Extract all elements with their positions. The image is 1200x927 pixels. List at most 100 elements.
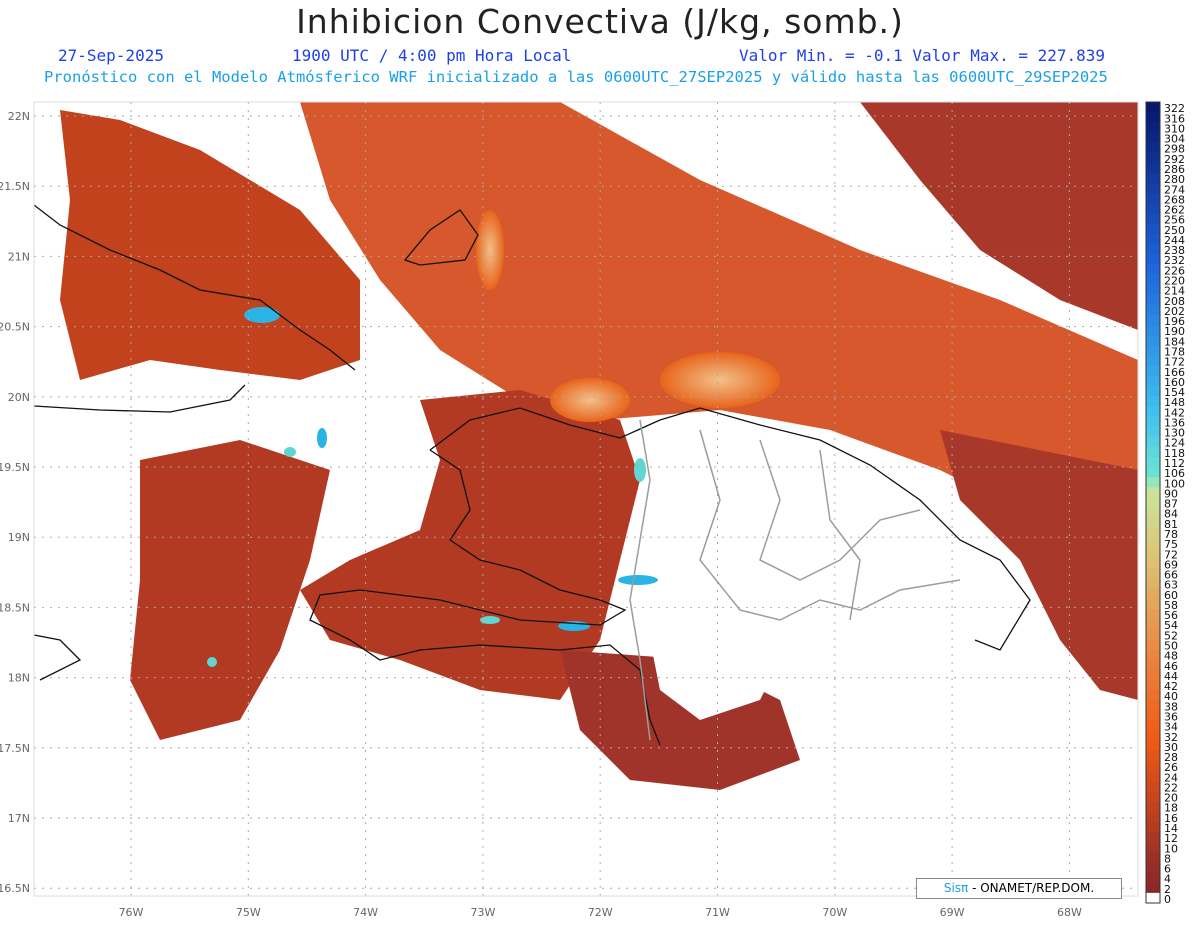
- colorbar-swatch: [1146, 365, 1160, 377]
- colorbar-swatch: [1146, 781, 1160, 792]
- colorbar-swatch: [1146, 112, 1160, 123]
- colorbar: 3223163103042982922862802742682622562502…: [1145, 101, 1185, 906]
- colorbar-swatch: [1146, 639, 1160, 651]
- lat-label: 20N: [8, 391, 30, 404]
- colorbar-swatch: [1146, 679, 1160, 691]
- colorbar-swatch: [1146, 183, 1160, 194]
- colorbar-swatch: [1146, 203, 1160, 215]
- colorbar-swatch: [1146, 740, 1160, 752]
- colorbar-swatch: [1146, 254, 1160, 265]
- lat-label: 16.5N: [0, 882, 30, 895]
- lat-label: 17.5N: [0, 742, 30, 755]
- colorbar-swatch: [1146, 862, 1160, 874]
- cin-field: [60, 102, 1138, 790]
- lon-label: 76W: [119, 906, 144, 919]
- colorbar-swatch: [1146, 487, 1160, 498]
- colorbar-swatch: [1146, 771, 1160, 782]
- colorbar-swatch: [1146, 750, 1160, 762]
- lon-label: 71W: [705, 906, 730, 919]
- colorbar-swatch: [1146, 284, 1160, 296]
- colorbar-swatch: [1146, 852, 1160, 863]
- colorbar-swatch: [1146, 558, 1160, 569]
- colorbar-swatch: [1146, 132, 1160, 144]
- lat-label: 18.5N: [0, 601, 30, 614]
- lon-label: 68W: [1057, 906, 1082, 919]
- lat-label: 21.5N: [0, 180, 30, 193]
- colorbar-swatch: [1146, 274, 1160, 286]
- lat-label: 19.5N: [0, 461, 30, 474]
- colorbar-swatch: [1146, 172, 1160, 184]
- longitude-labels: 76W 75W 74W 73W 72W 71W 70W 69W 68W: [119, 906, 1082, 919]
- colorbar-swatch: [1146, 243, 1160, 255]
- colorbar-swatch: [1146, 426, 1160, 438]
- colorbar-swatch: [1146, 264, 1160, 275]
- colorbar-swatch: [1146, 548, 1160, 559]
- lat-label: 21N: [8, 250, 30, 263]
- colorbar-swatch: [1146, 710, 1160, 721]
- colorbar-swatch: [1146, 669, 1160, 681]
- colorbar-swatch: [1146, 497, 1160, 509]
- colorbar-swatch: [1146, 629, 1160, 640]
- cin-field-highlight: [476, 210, 504, 290]
- colorbar-swatch: [1146, 314, 1160, 326]
- cin-field-peak: [618, 575, 658, 585]
- coastline-jamaica: [33, 634, 82, 681]
- colorbar-swatch: [1146, 355, 1160, 367]
- colorbar-swatch: [1146, 406, 1160, 417]
- colorbar-swatch: [1146, 892, 1160, 904]
- lat-label: 17N: [8, 812, 30, 825]
- colorbar-swatch: [1146, 375, 1160, 387]
- lat-label: 18N: [8, 672, 30, 685]
- colorbar-swatch: [1146, 761, 1160, 772]
- lat-label: 19N: [8, 531, 30, 544]
- colorbar-swatch: [1146, 162, 1160, 174]
- lon-label: 74W: [353, 906, 378, 919]
- colorbar-swatch: [1146, 801, 1160, 813]
- colorbar-swatch: [1146, 193, 1160, 204]
- colorbar-swatch: [1146, 649, 1160, 661]
- cin-field-highlight: [550, 378, 630, 422]
- colorbar-swatch: [1146, 345, 1160, 356]
- lon-label: 70W: [822, 906, 847, 919]
- colorbar-swatch: [1146, 598, 1160, 610]
- colorbar-swatch: [1146, 294, 1160, 306]
- colorbar-swatch: [1146, 467, 1160, 478]
- colorbar-swatch: [1146, 578, 1160, 590]
- lat-label: 20.5N: [0, 321, 30, 334]
- colorbar-swatch: [1146, 152, 1160, 164]
- cin-field-peak: [284, 447, 296, 457]
- colorbar-swatch: [1146, 446, 1160, 458]
- colorbar-swatch: [1146, 537, 1160, 549]
- colorbar-swatch: [1146, 142, 1160, 154]
- cin-field-highlight: [660, 352, 780, 408]
- colorbar-swatch: [1146, 416, 1160, 427]
- colorbar-swatch: [1146, 720, 1160, 732]
- colorbar-swatch: [1146, 456, 1160, 468]
- colorbar-swatch: [1146, 517, 1160, 529]
- colorbar-swatch: [1146, 396, 1160, 407]
- colorbar-swatch: [1146, 385, 1160, 397]
- colorbar-swatch: [1146, 325, 1160, 336]
- colorbar-swatch: [1146, 791, 1160, 803]
- coastline-cuba-south: [33, 384, 246, 413]
- colorbar-swatch: [1146, 588, 1160, 600]
- lon-label: 72W: [588, 906, 613, 919]
- colorbar-swatch: [1146, 335, 1160, 346]
- colorbar-swatch: [1146, 811, 1160, 823]
- lon-label: 75W: [236, 906, 261, 919]
- colorbar-swatch: [1146, 730, 1160, 742]
- colorbar-swatch: [1146, 821, 1160, 833]
- colorbar-swatch: [1146, 122, 1160, 133]
- sispi-logo: Sisπ: [944, 881, 968, 895]
- colorbar-swatch: [1146, 223, 1160, 235]
- cin-field-peak: [317, 428, 327, 448]
- colorbar-swatch: [1146, 507, 1160, 519]
- colorbar-swatch: [1146, 842, 1160, 853]
- colorbar-swatch: [1146, 872, 1160, 884]
- colorbar-swatch: [1146, 608, 1160, 620]
- colorbar-swatch: [1146, 619, 1160, 630]
- colorbar-swatch: [1146, 882, 1160, 894]
- lon-label: 69W: [940, 906, 965, 919]
- colorbar-swatch: [1146, 436, 1160, 448]
- colorbar-swatch: [1146, 527, 1160, 539]
